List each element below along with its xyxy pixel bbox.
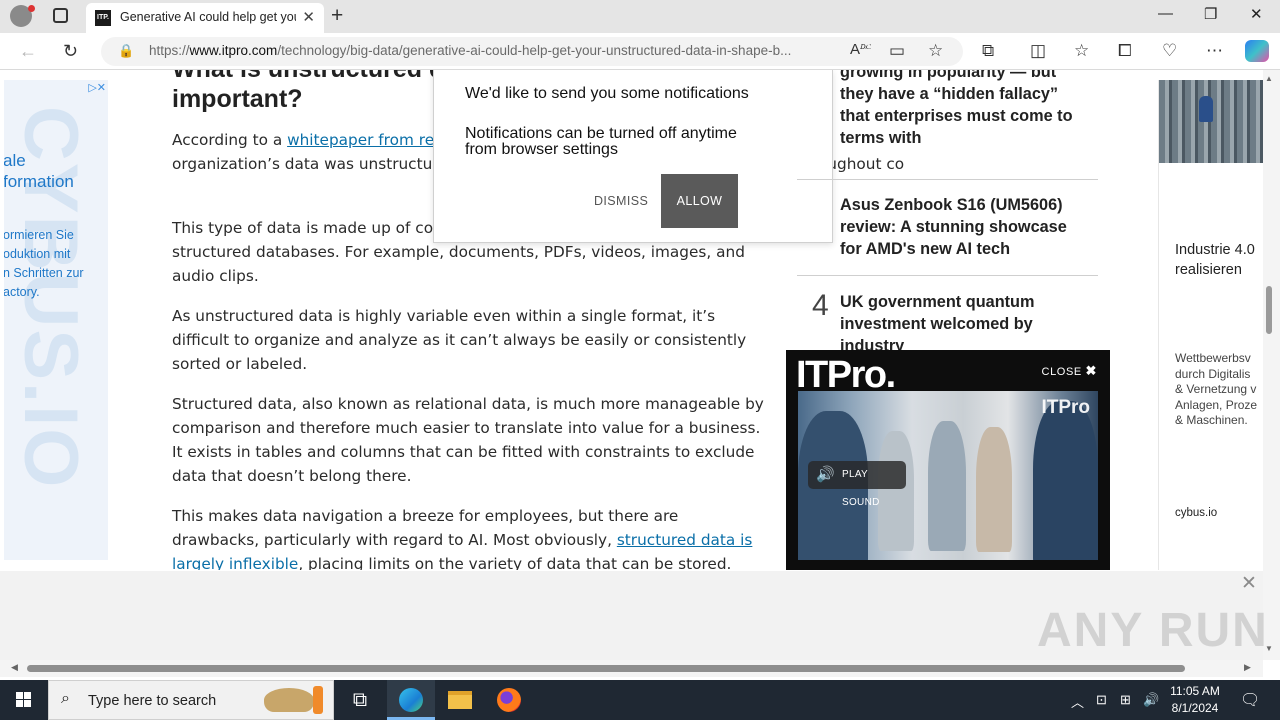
trending-rank-number: 4 [812,289,829,322]
search-highlight-drink [313,686,323,714]
extensions-icon[interactable]: ⧉ [982,41,994,61]
browser-tab-active[interactable]: ITP. Generative AI could help get your u… [86,3,324,33]
notification-center-icon[interactable]: 🗨 [1240,690,1260,710]
divider [797,179,1098,180]
video-close-button[interactable]: CLOSE ✖ [1042,363,1097,379]
clock-date: 8/1/2024 [1171,701,1219,715]
left-ad-heading: ale formation [4,151,74,191]
collections-icon[interactable]: ⧠ [1118,41,1132,61]
search-placeholder: Type here to search [88,693,217,709]
right-advertisement[interactable]: Industrie 4.0 realisieren Wettbewerbsv d… [1158,80,1263,570]
url-text[interactable]: https://www.itpro.com/technology/big-dat… [149,43,835,58]
browser-essentials-icon[interactable]: ♡ [1162,41,1177,61]
tab-close-icon[interactable]: ✕ [302,8,315,26]
onedrive-icon[interactable]: ⊡ [1096,692,1107,708]
worker-figure [1199,96,1213,122]
article-paragraph-5: This makes data navigation a breeze for … [172,504,768,570]
firefox-icon[interactable] [485,680,533,720]
tab-title: Generative AI could help get your unstru… [120,10,296,24]
horizontal-scroll-thumb[interactable] [27,665,1185,672]
network-icon[interactable]: ⊞ [1120,692,1131,708]
play-sound-button[interactable]: 🔊 PLAY SOUND [808,461,906,508]
allow-button[interactable]: ALLOW [661,174,738,228]
adchoices-icon[interactable]: ▷✕ [88,81,106,94]
refresh-icon[interactable]: ↻ [63,41,78,62]
notification-message: We'd like to send you some notifications [465,85,749,102]
lock-icon[interactable]: 🔒 [118,43,134,59]
close-x-icon: ✖ [1085,363,1097,378]
windows-logo-icon [16,692,31,707]
copilot-icon[interactable] [1245,40,1269,62]
webpage: CYBUS.IO ▷✕ ale formation ormieren Sie o… [0,70,1263,570]
left-ad-text: ormieren Sie oduktion mit n Schritten zu… [4,228,84,299]
tab-actions-icon[interactable] [53,8,68,23]
vertical-scroll-thumb[interactable] [1266,286,1272,334]
settings-more-icon[interactable]: ⋯ [1206,41,1223,61]
immersive-reader-icon[interactable]: ▭ [889,41,905,61]
clock-time: 11:05 AM [1170,684,1220,698]
p5-text: This makes data navigation a breeze for … [172,507,679,549]
right-ad-text: Wettbewerbsv durch Digitalis & Vernetzun… [1175,351,1258,427]
speaker-icon: 🔊 [816,466,835,483]
video-close-label: CLOSE [1041,366,1082,378]
taskbar-search-box[interactable]: ⌕ Type here to search [48,680,334,720]
scroll-up-arrow-icon[interactable]: ▲ [1265,74,1273,83]
split-screen-icon[interactable]: ◫ [1030,41,1046,61]
trending-story-3[interactable]: Asus Zenbook S16 (UM5606) review: A stun… [840,194,1090,260]
notification-permission-dialog: We'd like to send you some notifications… [433,70,833,243]
url-path: /technology/big-data/generative-ai-could… [277,43,792,58]
notification-subtext: Notifications can be turned off anytime … [465,125,737,158]
video-person [976,427,1012,552]
article-paragraph-4: Structured data, also known as relationa… [172,395,764,485]
favorite-star-icon[interactable]: ☆ [928,41,943,61]
right-ad-heading: Industrie 4.0 realisieren [1175,242,1255,278]
bottom-ad-close-icon[interactable]: ✕ [1241,572,1257,595]
scroll-left-arrow-icon[interactable]: ◀ [11,662,18,673]
start-button[interactable] [0,680,48,720]
taskbar-clock[interactable]: 11:05 AM 8/1/2024 [1162,683,1228,717]
search-highlight-image [264,688,314,712]
show-hidden-icons-icon[interactable]: ︿ [1071,692,1084,711]
volume-icon[interactable]: 🔊 [1143,692,1159,708]
factory-image [1159,80,1263,163]
video-person [1033,401,1098,560]
profile-notification-dot [28,5,35,12]
back-icon[interactable]: ← [19,41,37,62]
p5-text-end: , placing limits on the variety of data … [298,555,732,570]
read-aloud-icon[interactable]: A𝄊 [850,41,871,58]
anyrun-watermark: ANY RUN [1037,604,1269,657]
video-person [928,421,966,551]
trending-story-4[interactable]: UK government quantum investment welcome… [840,291,1090,351]
scroll-right-arrow-icon[interactable]: ▶ [1244,662,1251,673]
video-frame[interactable]: ITPro 🔊 PLAY SOUND [798,391,1098,560]
play-sound-label: PLAY SOUND [842,469,880,508]
favorites-icon[interactable]: ☆ [1074,41,1089,61]
file-explorer-icon[interactable] [436,680,484,720]
itpro-favicon-icon: ITP. [95,10,111,26]
vertical-scrollbar[interactable] [1263,70,1280,660]
minimize-icon[interactable]: — [1158,5,1173,22]
whitepaper-link[interactable]: whitepaper from re [287,131,434,149]
right-ad-domain: cybus.io [1175,507,1218,519]
new-tab-button[interactable]: + [331,4,343,28]
video-person [878,431,914,551]
window-close-icon[interactable]: ✕ [1250,5,1263,23]
restore-icon[interactable]: ❐ [1204,5,1217,23]
task-view-icon[interactable]: ⧉ [336,680,384,720]
video-watermark: ITPro [1041,397,1090,418]
dismiss-button[interactable]: DISMISS [594,194,648,208]
url-domain: www.itpro.com [189,43,278,58]
edge-taskbar-icon[interactable] [387,680,435,720]
trending-story-2[interactable]: growing in popularity — but they have a … [840,70,1090,149]
divider [797,275,1098,276]
left-advertisement[interactable]: CYBUS.IO ▷✕ ale formation ormieren Sie o… [4,80,108,560]
floating-video-player: ITPro. CLOSE ✖ ITPro 🔊 PLAY SOUND [786,350,1110,570]
p1-text: According to a [172,131,288,149]
url-prefix: https:// [149,43,190,58]
search-icon: ⌕ [61,690,70,707]
article-paragraph-3: As unstructured data is highly variable … [172,307,747,373]
